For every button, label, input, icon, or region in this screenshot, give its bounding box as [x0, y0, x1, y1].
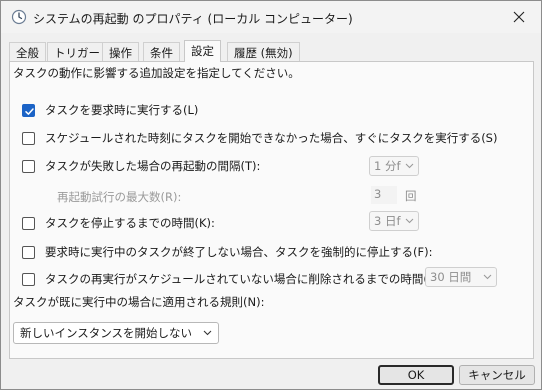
restart-attempts-label: 再起動試行の最大数(R):	[57, 190, 182, 204]
run-missed-checkbox[interactable]	[22, 131, 35, 145]
restart-on-fail-label: タスクが失敗した場合の再起動の間隔(T):	[45, 159, 261, 173]
delete-after-value: 30 日間	[430, 270, 472, 284]
stop-after-dropdown[interactable]: 3 日f	[369, 211, 419, 231]
restart-attempts-row: 再起動試行の最大数(R):	[57, 189, 181, 205]
delete-after-dropdown[interactable]: 30 日間	[425, 267, 497, 287]
running-rule-value: 新しいインスタンスを開始しない	[20, 326, 193, 340]
running-rule-dropdown[interactable]: 新しいインスタンスを開始しない	[13, 322, 219, 344]
ok-button[interactable]: OK	[378, 365, 454, 385]
chevron-down-icon	[405, 163, 414, 169]
restart-on-fail-row[interactable]: タスクが失敗した場合の再起動の間隔(T):	[22, 158, 260, 174]
stop-after-value: 3 日f	[374, 214, 401, 228]
force-stop-row[interactable]: 要求時に実行中のタスクが終了しない場合、タスクを強制的に停止する(F):	[22, 244, 432, 260]
allow-on-demand-row[interactable]: タスクを要求時に実行する(L)	[22, 102, 198, 118]
allow-on-demand-label: タスクを要求時に実行する(L)	[45, 103, 199, 117]
stop-after-label: タスクを停止するまでの時間(K):	[45, 216, 215, 230]
clock-icon	[11, 9, 27, 25]
settings-intro: タスクの動作に影響する追加設定を指定してください。	[13, 66, 300, 80]
run-missed-label: スケジュールされた時刻にタスクを開始できなかった場合、すぐにタスクを実行する(S…	[45, 131, 498, 145]
restart-interval-dropdown[interactable]: 1 分f	[369, 156, 419, 176]
checkmark-icon	[25, 107, 34, 115]
delete-after-checkbox[interactable]	[22, 272, 35, 286]
chevron-down-icon	[203, 330, 212, 336]
title-bar: システムの再起動 のプロパティ (ローカル コンピューター)	[1, 1, 541, 33]
tab-conditions[interactable]: 条件	[143, 42, 180, 61]
run-missed-row[interactable]: スケジュールされた時刻にタスクを開始できなかった場合、すぐにタスクを実行する(S…	[22, 130, 497, 146]
running-rule-label: タスクが既に実行中の場合に適用される規則(N):	[13, 295, 265, 309]
allow-on-demand-checkbox[interactable]	[22, 103, 35, 117]
restart-on-fail-checkbox[interactable]	[22, 159, 35, 173]
tab-general[interactable]: 全般	[9, 42, 46, 61]
window-title: システムの再起動 のプロパティ (ローカル コンピューター)	[33, 12, 353, 26]
restart-attempts-input[interactable]: 3	[371, 186, 397, 204]
stop-after-checkbox[interactable]	[22, 216, 35, 230]
tab-settings[interactable]: 設定	[184, 40, 221, 62]
force-stop-label: 要求時に実行中のタスクが終了しない場合、タスクを強制的に停止する(F):	[45, 245, 433, 259]
chevron-down-icon	[405, 218, 414, 224]
force-stop-checkbox[interactable]	[22, 245, 35, 259]
tab-triggers[interactable]: トリガー	[47, 42, 107, 61]
restart-attempts-unit: 回	[405, 189, 417, 203]
delete-after-row[interactable]: タスクの再実行がスケジュールされていない場合に削除されるまでの時間(D):	[22, 271, 445, 287]
restart-interval-value: 1 分f	[374, 159, 401, 173]
cancel-button[interactable]: キャンセル	[459, 365, 535, 385]
tab-actions[interactable]: 操作	[102, 42, 139, 61]
tab-history[interactable]: 履歴 (無効)	[227, 42, 300, 61]
tab-strip: 全般 トリガー 操作 条件 設定 履歴 (無効)	[9, 40, 534, 62]
close-button[interactable]	[497, 1, 541, 33]
close-icon	[513, 11, 525, 23]
delete-after-label: タスクの再実行がスケジュールされていない場合に削除されるまでの時間(D):	[45, 272, 446, 286]
properties-dialog: システムの再起動 のプロパティ (ローカル コンピューター) 全般 トリガー 操…	[0, 0, 542, 390]
chevron-down-icon	[483, 274, 492, 280]
stop-after-row[interactable]: タスクを停止するまでの時間(K):	[22, 215, 215, 231]
